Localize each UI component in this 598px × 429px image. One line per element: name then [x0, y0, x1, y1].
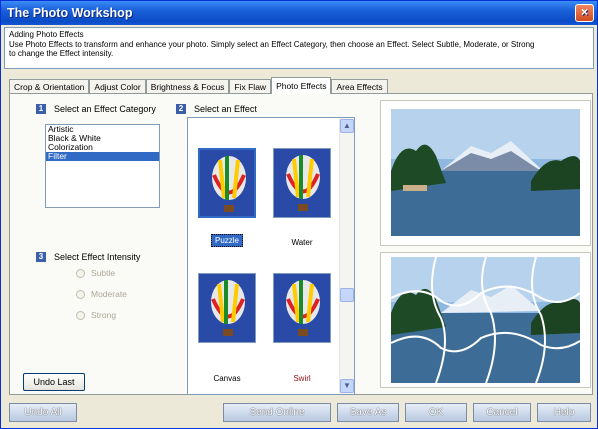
tab-photo-effects[interactable]: Photo Effects — [271, 77, 332, 94]
tab-area-effects[interactable]: Area Effects — [331, 79, 388, 94]
effect-water-thumbnail[interactable] — [273, 148, 331, 218]
balloon-image — [200, 150, 254, 216]
preview-photo-frame — [380, 252, 591, 388]
category-filter[interactable]: Filter — [46, 152, 159, 161]
balloon-image — [274, 149, 330, 217]
scroll-thumb[interactable] — [340, 288, 354, 302]
undo-all-button[interactable]: Undo All — [9, 403, 77, 422]
help-button[interactable]: Help — [537, 403, 591, 422]
step3-number: 3 — [36, 252, 46, 262]
info-line2: to change the Effect intensity. — [9, 49, 114, 58]
tab-fix-flaw[interactable]: Fix Flaw — [229, 79, 272, 94]
effect-water-label[interactable]: Water — [273, 238, 331, 247]
effect-canvas-label[interactable]: Canvas — [198, 374, 256, 383]
send-online-button[interactable]: Send Online — [223, 403, 331, 422]
bottom-button-bar: Undo All Send Online Save As OK Cancel H… — [1, 398, 597, 428]
effect-puzzle-label[interactable]: Puzzle — [198, 234, 256, 247]
balloon-image — [274, 274, 330, 342]
radio-circle — [76, 310, 85, 320]
category-list[interactable]: Artistic Black & White Colorization Filt… — [45, 124, 160, 208]
step3-label: Select Effect Intensity — [54, 252, 141, 262]
undo-last-button[interactable]: Undo Last — [23, 373, 85, 391]
original-photo — [391, 109, 580, 236]
intensity-subtle-label: Subtle — [91, 268, 116, 278]
balloon-image — [199, 274, 255, 342]
step2-label: Select an Effect — [194, 104, 257, 114]
radio-circle — [76, 289, 85, 299]
cancel-button[interactable]: Cancel — [473, 403, 531, 422]
photo-effects-panel: 1 Select an Effect Category Artistic Bla… — [9, 93, 593, 395]
save-as-button[interactable]: Save As — [337, 403, 399, 422]
tab-brightness-focus[interactable]: Brightness & Focus — [145, 79, 230, 94]
scroll-up-button[interactable]: ▲ — [340, 119, 354, 133]
photo-workshop-window: The Photo Workshop × Adding Photo Effect… — [0, 0, 598, 429]
ok-button[interactable]: OK — [405, 403, 467, 422]
close-button[interactable]: × — [575, 4, 594, 22]
intensity-moderate-radio[interactable]: Moderate — [76, 289, 127, 299]
effects-scrollbar[interactable]: ▲ ▼ — [339, 118, 354, 394]
title-bar: The Photo Workshop × — [1, 1, 597, 25]
info-panel: Adding Photo Effects Use Photo Effects t… — [4, 27, 594, 69]
info-line1: Use Photo Effects to transform and enhan… — [9, 39, 535, 49]
step3-header: 3 Select Effect Intensity — [36, 252, 140, 262]
intensity-subtle-radio[interactable]: Subtle — [76, 268, 115, 278]
tab-strip: Crop & Orientation Adjust Color Brightne… — [9, 77, 388, 94]
effect-canvas-thumbnail[interactable] — [198, 273, 256, 343]
effect-swirl-thumbnail[interactable] — [273, 273, 331, 343]
window-title: The Photo Workshop — [7, 6, 133, 20]
effect-puzzle-thumbnail[interactable] — [198, 148, 256, 218]
radio-circle — [76, 268, 85, 278]
info-heading: Adding Photo Effects — [9, 30, 84, 39]
effect-swirl-label[interactable]: Swirl — [273, 374, 331, 383]
original-photo-frame — [380, 100, 591, 246]
tab-crop-orientation[interactable]: Crop & Orientation — [9, 79, 90, 94]
intensity-moderate-label: Moderate — [91, 289, 127, 299]
intensity-strong-radio[interactable]: Strong — [76, 310, 116, 320]
step1-label: Select an Effect Category — [54, 104, 156, 114]
tab-adjust-color[interactable]: Adjust Color — [89, 79, 146, 94]
step1-number: 1 — [36, 104, 46, 114]
effects-gallery: Puzzle Water Canvas Swirl ▲ ▼ — [187, 117, 355, 395]
effect-puzzle-text: Puzzle — [210, 234, 243, 247]
step1-header: 1 Select an Effect Category — [36, 104, 156, 114]
intensity-strong-label: Strong — [91, 310, 117, 320]
step2-number: 2 — [176, 104, 186, 114]
scroll-down-button[interactable]: ▼ — [340, 379, 354, 393]
step2-header: 2 Select an Effect — [176, 104, 257, 114]
puzzle-preview-photo — [390, 256, 581, 384]
